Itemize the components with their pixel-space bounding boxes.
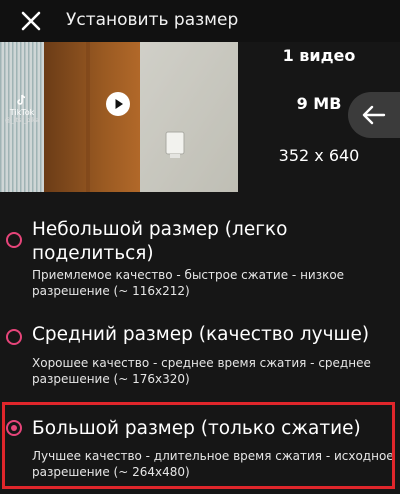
back-button[interactable] xyxy=(348,92,400,138)
option-medium-desc-line1: Хорошее качество - среднее время сжатия … xyxy=(32,356,371,370)
radio-small-size[interactable] xyxy=(6,232,22,248)
selection-highlight-frame xyxy=(2,402,395,489)
option-small-size[interactable]: Небольшой размер (легко поделиться) Прие… xyxy=(0,214,400,304)
play-icon xyxy=(115,99,123,109)
video-preview[interactable]: TikTok @_itsr_pika xyxy=(0,42,238,192)
arrow-left-icon xyxy=(362,105,386,125)
close-button[interactable] xyxy=(18,8,44,34)
option-small-title-line2: поделиться) xyxy=(32,243,154,264)
option-small-desc-line1: Приемлемое качество - быстрое сжатие - н… xyxy=(32,268,345,282)
page-title: Установить размер xyxy=(66,10,239,30)
tiktok-watermark-user: @_itsr_pika xyxy=(4,116,40,124)
top-app-bar: Установить размер xyxy=(0,0,400,42)
option-medium-desc-line2: разрешение (~ 176x320) xyxy=(32,372,190,386)
option-small-desc-line2: разрешение (~ 116x212) xyxy=(32,284,190,298)
play-button[interactable] xyxy=(106,92,130,116)
tiktok-logo-icon xyxy=(17,94,26,105)
video-count-label: 1 видео xyxy=(282,46,356,65)
resolution-label: 352 x 640 xyxy=(278,146,360,165)
radio-medium-size[interactable] xyxy=(6,329,22,345)
tiktok-watermark: TikTok @_itsr_pika xyxy=(4,94,40,124)
option-medium-title: Средний размер (качество лучше) xyxy=(32,324,370,345)
option-medium-size[interactable]: Средний размер (качество лучше) Хорошее … xyxy=(0,318,400,388)
option-small-title-line1: Небольшой размер (легко xyxy=(32,219,288,240)
close-icon xyxy=(21,11,41,31)
